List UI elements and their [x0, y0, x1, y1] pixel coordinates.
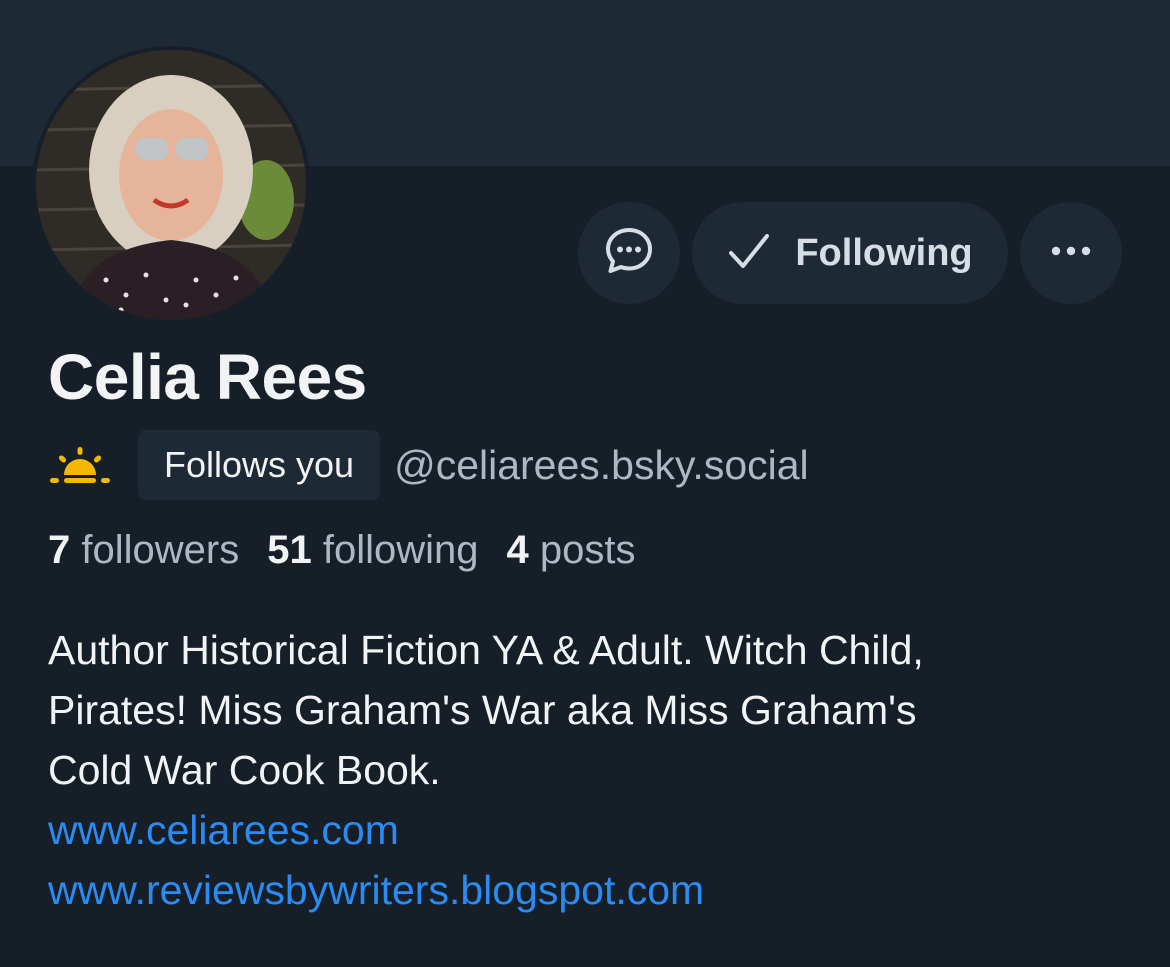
- followers-count: 7: [48, 528, 71, 572]
- following-label: Following: [795, 231, 973, 274]
- message-icon: [603, 225, 655, 282]
- followers-label: followers: [81, 528, 240, 572]
- following-stat[interactable]: 51 following: [267, 528, 478, 572]
- following-count: 51: [267, 528, 312, 572]
- following-button[interactable]: Following: [692, 202, 1008, 304]
- bio-line: Author Historical Fiction YA & Adult. Wi…: [48, 627, 924, 673]
- more-icon: [1049, 244, 1093, 262]
- bio-line: Pirates! Miss Graham's War aka Miss Grah…: [48, 687, 917, 733]
- follows-you-badge: Follows you: [138, 430, 381, 500]
- profile-stats: 7 followers 51 following 4 posts: [48, 528, 635, 573]
- followers-stat[interactable]: 7 followers: [48, 528, 239, 572]
- sun-icon: [48, 445, 112, 485]
- profile-bio: Author Historical Fiction YA & Adult. Wi…: [48, 620, 1138, 920]
- bio-link-website[interactable]: www.celiarees.com: [48, 800, 1138, 860]
- profile-handle[interactable]: @celiarees.bsky.social: [394, 442, 809, 489]
- message-button[interactable]: [578, 202, 680, 304]
- avatar[interactable]: [32, 46, 310, 324]
- following-stat-label: following: [322, 528, 479, 572]
- posts-label: posts: [539, 528, 636, 572]
- display-name: Celia Rees: [48, 341, 367, 413]
- more-options-button[interactable]: [1020, 202, 1122, 304]
- posts-stat: 4 posts: [507, 528, 636, 572]
- bio-link-blog[interactable]: www.reviewsbywriters.blogspot.com: [48, 860, 1138, 920]
- checkmark-icon: [727, 231, 771, 276]
- posts-count: 4: [506, 528, 529, 572]
- profile-meta: Follows you @celiarees.bsky.social: [48, 430, 809, 500]
- avatar-image: [36, 50, 306, 320]
- bio-line: Cold War Cook Book.: [48, 747, 441, 793]
